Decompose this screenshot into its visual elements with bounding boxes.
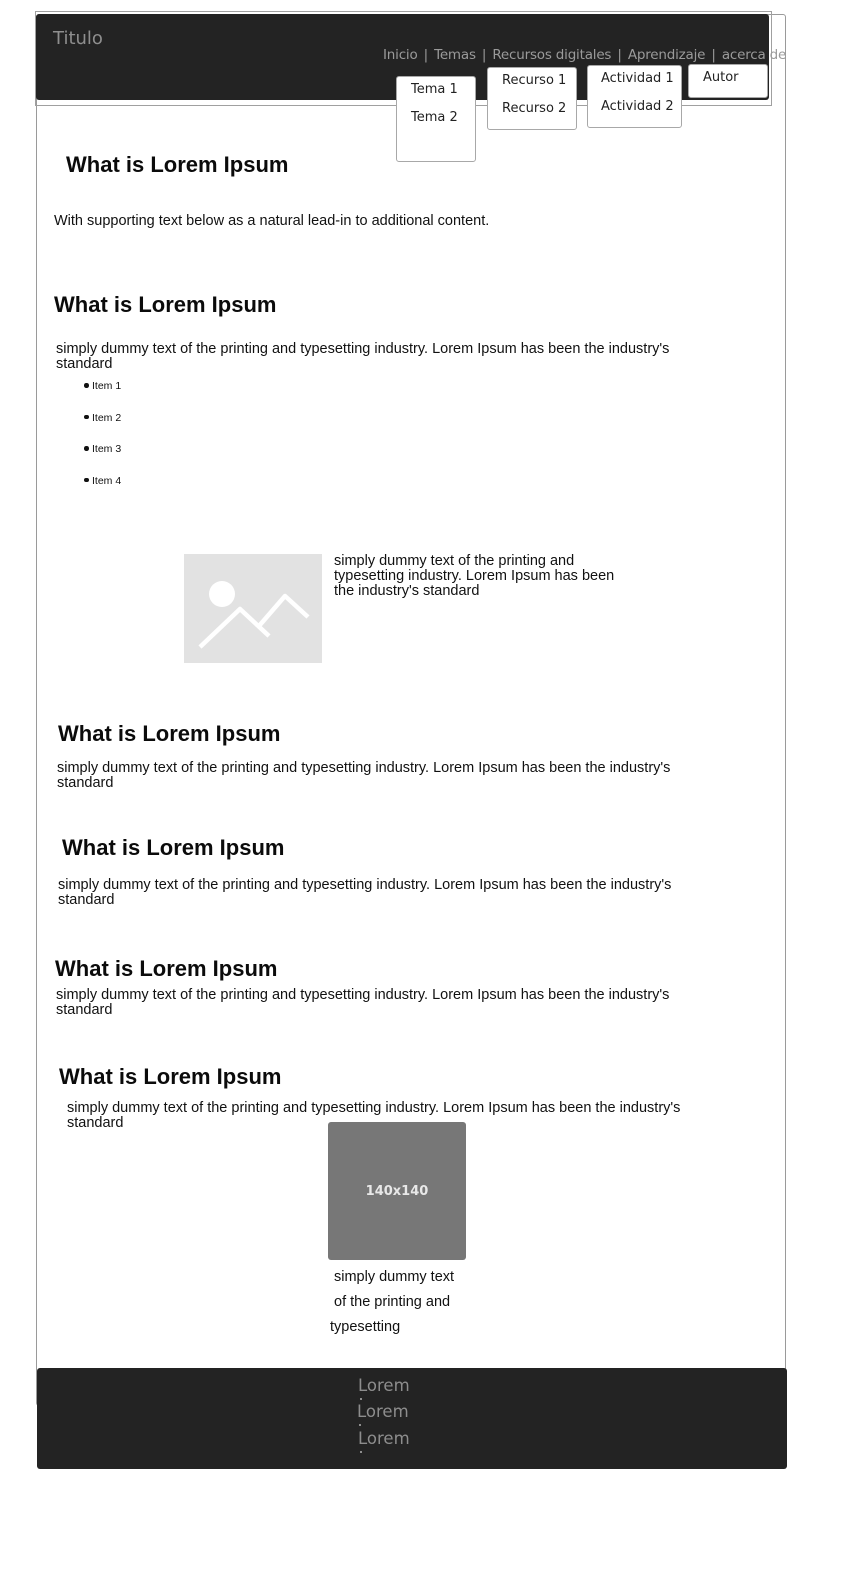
- section-heading: What is Lorem Ipsum: [58, 721, 281, 746]
- dropdown-item-tema-1[interactable]: Tema 1: [411, 82, 458, 97]
- section-text: simply dummy text of the printing and ty…: [58, 877, 672, 908]
- nav-separator: |: [617, 47, 622, 63]
- nav-aprendizaje[interactable]: Aprendizaje: [628, 47, 706, 63]
- temas-dropdown: Tema 1 Tema 2: [396, 76, 476, 162]
- dropdown-item-recurso-2[interactable]: Recurso 2: [502, 101, 566, 116]
- dropdown-item-actividad-2[interactable]: Actividad 2: [601, 99, 674, 114]
- dropdown-item-recurso-1[interactable]: Recurso 1: [502, 73, 566, 88]
- section-heading: What is Lorem Ipsum: [62, 835, 285, 860]
- list-item: Item 3: [84, 443, 121, 475]
- footer-link[interactable]: Lorem: [358, 1429, 410, 1448]
- section-text: simply dummy text of the printing and ty…: [56, 987, 670, 1018]
- footer-dot: [359, 1424, 361, 1426]
- nav-separator: |: [423, 47, 429, 63]
- item-list: Item 1 Item 2 Item 3 Item 4: [84, 380, 121, 506]
- dropdown-item-autor[interactable]: Autor: [703, 70, 739, 85]
- section-heading: What is Lorem Ipsum: [66, 152, 289, 177]
- media-text: simply dummy text of the printing and ty…: [334, 553, 615, 599]
- list-item: Item 2: [84, 412, 121, 444]
- section-heading: What is Lorem Ipsum: [54, 292, 277, 317]
- recursos-dropdown: Recurso 1 Recurso 2: [487, 67, 577, 130]
- section-text: simply dummy text of the printing and ty…: [56, 341, 670, 372]
- nav-recursos-digitales[interactable]: Recursos digitales: [492, 47, 611, 63]
- footer-bar: [37, 1368, 787, 1469]
- site-title[interactable]: Titulo: [53, 28, 103, 49]
- footer-dot: [360, 1451, 362, 1453]
- nav-separator: |: [711, 47, 716, 63]
- nav-temas[interactable]: Temas: [434, 47, 476, 63]
- thumbnail-caption-line: simply dummy text: [334, 1269, 455, 1285]
- thumbnail-caption-line: of the printing and: [334, 1294, 451, 1310]
- thumbnail-label: 140x140: [365, 1183, 429, 1199]
- list-item: Item 1: [84, 380, 121, 412]
- section-text: simply dummy text of the printing and ty…: [57, 760, 671, 791]
- nav-inicio[interactable]: Inicio: [383, 47, 418, 63]
- dropdown-item-actividad-1[interactable]: Actividad 1: [601, 71, 674, 86]
- nav-separator: |: [481, 47, 487, 63]
- section-heading: What is Lorem Ipsum: [55, 956, 278, 981]
- main-nav: Inicio | Temas | Recursos digitales | Ap…: [383, 47, 786, 63]
- section-heading: What is Lorem Ipsum: [59, 1064, 282, 1089]
- image-placeholder-icon: [184, 554, 322, 663]
- acerca-dropdown: Autor: [688, 64, 768, 98]
- list-item: Item 4: [84, 475, 121, 507]
- dropdown-item-tema-2[interactable]: Tema 2: [411, 110, 458, 125]
- footer-link[interactable]: Lorem: [357, 1402, 409, 1421]
- footer-dot: [360, 1398, 362, 1400]
- section-text: With supporting text below as a natural …: [54, 213, 490, 229]
- actividades-dropdown: Actividad 1 Actividad 2: [587, 65, 682, 128]
- thumbnail-caption-line: typesetting: [330, 1319, 401, 1335]
- nav-acerca-de[interactable]: acerca de: [722, 47, 787, 63]
- thumbnail-image: 140x140: [328, 1122, 466, 1260]
- footer-link[interactable]: Lorem: [358, 1376, 410, 1395]
